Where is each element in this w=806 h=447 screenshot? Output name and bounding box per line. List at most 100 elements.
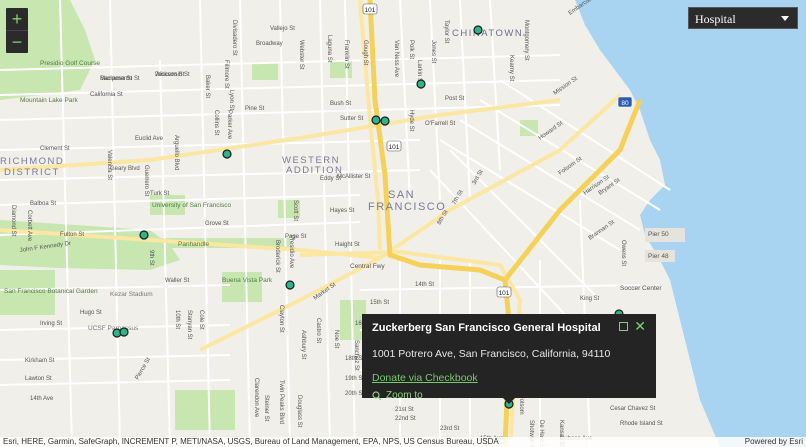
place-label: San Francisco Botanical Garden [4, 288, 98, 295]
street-label: Haight St [335, 242, 360, 248]
street-label: Wisconsin St [155, 72, 190, 78]
street-label: 14th Ave [30, 396, 54, 402]
street-label: Van Ness Ave [393, 40, 399, 78]
street-label: Castro St [315, 318, 321, 343]
twin-peaks [175, 390, 235, 430]
street-label: Ashbury St [300, 330, 306, 360]
street-label: Webster St [298, 40, 304, 70]
place-label: Buena Vista Park [222, 277, 273, 284]
street-label: Vallejo St [270, 26, 295, 32]
layer-select-value: Hospital [695, 12, 736, 26]
popup-title: Zuckerberg San Francisco General Hospita… [372, 322, 601, 334]
street-label: Balboa St [30, 201, 56, 207]
street-label: Post St [445, 96, 465, 102]
zoom-in-button[interactable]: + [6, 8, 28, 30]
street-label: Collins St [213, 110, 219, 136]
attribution-text: Esri, HERE, Garmin, SafeGraph, INCREMENT… [3, 437, 499, 446]
street-label: Taylor St [443, 20, 449, 44]
street-label: Polk St [408, 40, 414, 59]
street-label: Rhode Island St [620, 421, 663, 427]
street-label: Grove St [205, 221, 229, 227]
hospital-marker[interactable] [139, 230, 149, 240]
neighborhood-label: ADDITION [286, 165, 343, 176]
street-label: Mariposa St [100, 76, 132, 82]
zoom-to-label: Zoom to [386, 390, 423, 401]
place-label: Kezar Stadium [110, 291, 153, 298]
svg-text:101: 101 [389, 144, 400, 151]
donate-link[interactable]: Donate via Checkbook [372, 372, 646, 384]
street-label: Baker St [204, 75, 210, 98]
zoom-control: + − [6, 8, 28, 53]
hospital-marker[interactable] [119, 327, 129, 337]
street-label: Irving St [40, 321, 62, 327]
street-label: 21st St [395, 407, 414, 413]
street-label: Clement St [40, 146, 70, 152]
neighborhood-label: RICHMOND [0, 156, 64, 167]
svg-text:101: 101 [499, 290, 510, 297]
zoom-out-button[interactable]: − [6, 31, 28, 53]
street-label: Broderick St [274, 240, 280, 273]
place-label: University of San Francisco [152, 202, 231, 209]
highway-shield: 101 [496, 286, 512, 298]
street-label: Clarendon Ave [253, 378, 259, 418]
place-label: Pier 50 [648, 231, 669, 238]
street-label: 10th St [174, 310, 180, 329]
street-label: 14th St [415, 282, 434, 288]
street-label: Hyde St [408, 110, 414, 132]
street-label: Divisadero St [231, 20, 237, 56]
street-label: Kirkham St [25, 358, 55, 364]
street-label: Euclid Ave [135, 136, 164, 142]
street-label: Gough St [362, 40, 368, 66]
popup-pointer [503, 398, 515, 404]
street-label: Diamond St [10, 205, 16, 237]
street-label: Cole St [198, 310, 204, 330]
svg-text:80: 80 [621, 100, 629, 107]
street-label: 15th St [370, 300, 389, 306]
street-label: Arguello Blvd [173, 135, 179, 170]
street-label: Hayes St [330, 208, 355, 214]
place-label: Mountain Lake Park [20, 97, 79, 104]
street-label: Noe St [333, 330, 339, 349]
street-label: Scott St [292, 200, 298, 221]
street-label: Douglass St [296, 395, 302, 428]
street-label: Guerrero St [143, 165, 149, 197]
street-label: Pine St [245, 106, 265, 112]
hospital-marker[interactable] [285, 280, 295, 290]
highway-shield: 80 [617, 96, 633, 108]
street-label: Steiner St [263, 395, 269, 422]
hospital-marker[interactable] [473, 25, 483, 35]
street-label: Hugo St [80, 310, 102, 316]
place-label: Panhandle [178, 241, 209, 248]
street-label: Twin Peaks Blvd [278, 380, 284, 424]
magnifier-icon [372, 390, 382, 400]
street-label: Fillmore St [223, 60, 229, 89]
popup-address: 1001 Potrero Ave, San Francisco, Califor… [372, 348, 611, 360]
street-label: Lyon St [228, 90, 234, 110]
powered-by-link[interactable]: Powered by Esri [745, 437, 803, 447]
svg-text:101: 101 [365, 7, 376, 14]
street-label: Sutter St [340, 116, 364, 122]
street-label: 22nd St [395, 416, 416, 422]
street-label: King St [580, 296, 600, 302]
hospital-marker[interactable] [380, 116, 390, 126]
hospital-marker[interactable] [371, 115, 381, 125]
hospital-marker[interactable] [222, 149, 232, 159]
attribution-bar: Esri, HERE, Garmin, SafeGraph, INCREMENT… [0, 437, 806, 447]
chevron-down-icon [781, 16, 789, 21]
hospital-marker[interactable] [416, 79, 426, 89]
close-icon[interactable]: ✕ [634, 318, 646, 335]
dock-icon[interactable] [619, 322, 628, 331]
place-label: Soccer Center [620, 285, 662, 292]
street-label: Cesar Chavez St [610, 406, 656, 412]
street-label: Montgomery St [523, 20, 529, 61]
layer-select[interactable]: Hospital [688, 7, 798, 29]
neighborhood-label: SAN [388, 189, 415, 201]
street-label: Valencia St [106, 150, 112, 180]
place-label: Pier 48 [648, 253, 669, 260]
small-park [252, 62, 278, 80]
place-label: Presidio Golf Course [40, 60, 100, 67]
highway-shield: 101 [386, 140, 402, 152]
street-label: Turk St [150, 191, 169, 197]
street-label: 23rd St [440, 426, 460, 432]
street-label: Presidio Ave [288, 235, 294, 269]
